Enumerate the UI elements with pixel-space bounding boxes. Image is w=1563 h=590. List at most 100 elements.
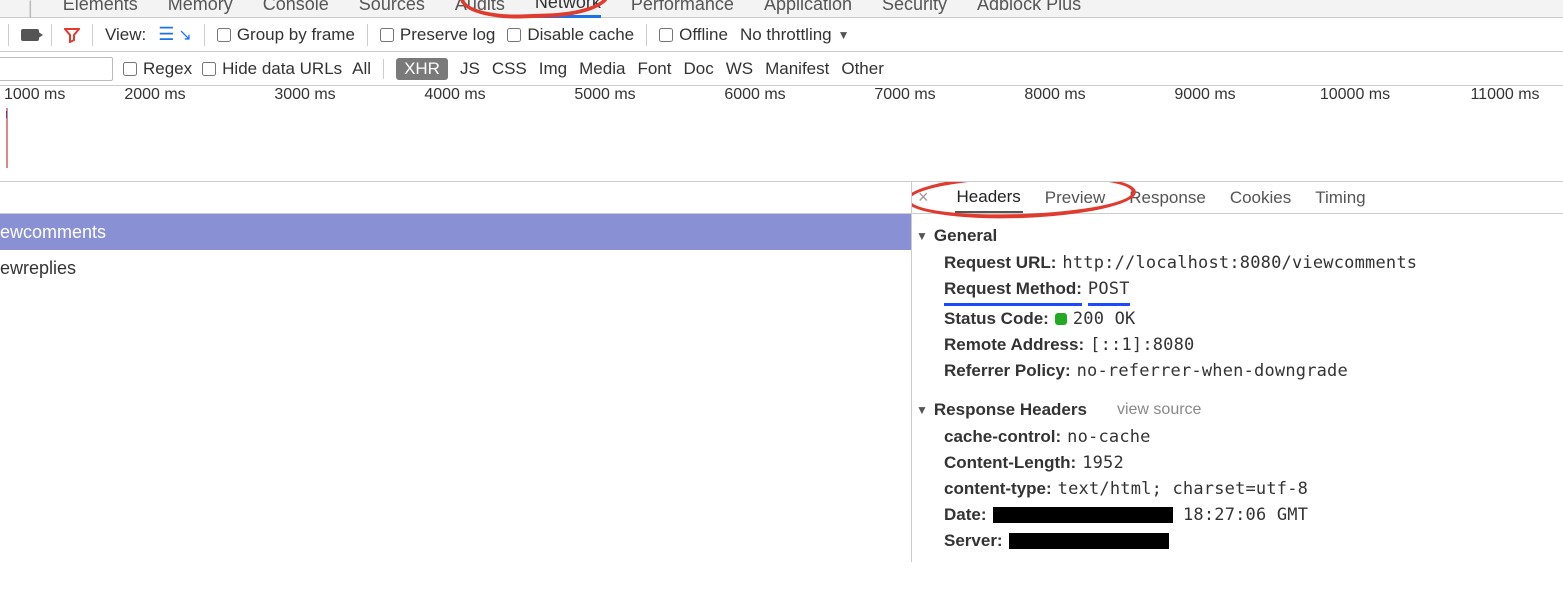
separator: | <box>28 0 33 19</box>
close-icon[interactable]: × <box>918 187 929 208</box>
response-headers-section: ▼ Response Headers view source cache-con… <box>912 388 1563 558</box>
detail-tab-response[interactable]: Response <box>1127 184 1208 212</box>
kv-remote-address: Remote Address: [::1]:8080 <box>944 332 1553 358</box>
separator <box>383 59 384 79</box>
preserve-log-checkbox[interactable]: Preserve log <box>380 25 495 45</box>
network-timeline[interactable]: 1000 ms 2000 ms 3000 ms 4000 ms 5000 ms … <box>0 86 1563 182</box>
tab-network[interactable]: Network <box>535 0 601 18</box>
throttling-dropdown[interactable]: No throttling ▼ <box>740 25 850 45</box>
type-img[interactable]: Img <box>539 59 567 79</box>
timeline-tick: 2000 ms <box>80 86 230 108</box>
list-view-icon[interactable]: ☰ <box>158 24 172 45</box>
timeline-tick: 6000 ms <box>680 86 830 108</box>
timeline-tick: 4000 ms <box>380 86 530 108</box>
section-title-text: General <box>934 226 997 246</box>
timeline-tick: 1000 ms <box>0 86 80 108</box>
kv-cache-control: cache-control: no-cache <box>944 424 1553 450</box>
record-icon[interactable] <box>21 29 39 41</box>
kv-value: no-cache <box>1067 424 1150 450</box>
detail-tab-timing[interactable]: Timing <box>1313 184 1367 212</box>
kv-date: Date: 18:27:06 GMT <box>944 502 1553 528</box>
type-manifest[interactable]: Manifest <box>765 59 829 79</box>
type-ws[interactable]: WS <box>726 59 753 79</box>
request-list-header <box>0 182 911 214</box>
kv-value <box>1009 528 1169 554</box>
offline-input[interactable] <box>659 28 673 42</box>
view-label: View: <box>105 25 146 45</box>
request-row[interactable]: ewcomments <box>0 214 911 250</box>
tab-console[interactable]: Console <box>263 0 329 15</box>
filter-icon[interactable] <box>64 27 80 43</box>
tab-elements[interactable]: Elements <box>63 0 138 15</box>
detail-tabs: × Headers Preview Response Cookies Timin… <box>912 182 1563 214</box>
kv-value: 18:27:06 GMT <box>993 502 1309 528</box>
timeline-tick: 10000 ms <box>1280 86 1430 108</box>
offline-checkbox[interactable]: Offline <box>659 25 728 45</box>
kv-value: POST <box>1088 276 1130 306</box>
type-xhr[interactable]: XHR <box>396 58 448 80</box>
flow-view-icon[interactable]: ↘ <box>178 25 191 45</box>
tab-performance[interactable]: Performance <box>631 0 734 15</box>
view-source-link[interactable]: view source <box>1117 401 1201 419</box>
detail-tab-cookies[interactable]: Cookies <box>1228 184 1293 212</box>
kv-value: [::1]:8080 <box>1090 332 1194 358</box>
disable-cache-input[interactable] <box>507 28 521 42</box>
disclosure-triangle-icon: ▼ <box>916 403 928 417</box>
regex-checkbox[interactable]: Regex <box>123 59 192 79</box>
request-name: ewreplies <box>0 258 76 279</box>
kv-request-url: Request URL: http://localhost:8080/viewc… <box>944 250 1553 276</box>
hide-data-urls-checkbox[interactable]: Hide data URLs <box>202 59 342 79</box>
tab-adblock-plus[interactable]: Adblock Plus <box>977 0 1081 15</box>
tab-security[interactable]: Security <box>882 0 947 15</box>
kv-value: no-referrer-when-downgrade <box>1077 358 1348 384</box>
kv-referrer-policy: Referrer Policy: no-referrer-when-downgr… <box>944 358 1553 384</box>
type-doc[interactable]: Doc <box>683 59 713 79</box>
separator <box>92 24 93 46</box>
tab-sources[interactable]: Sources <box>359 0 425 15</box>
kv-key: Request Method: <box>944 276 1082 306</box>
separator <box>8 24 9 46</box>
filter-input[interactable] <box>0 57 113 81</box>
timeline-tick: 8000 ms <box>980 86 1130 108</box>
preserve-log-input[interactable] <box>380 28 394 42</box>
general-section: ▼ General Request URL: http://localhost:… <box>912 214 1563 388</box>
regex-input[interactable] <box>123 62 137 76</box>
redacted-text <box>1009 533 1169 549</box>
type-font[interactable]: Font <box>637 59 671 79</box>
hide-data-urls-input[interactable] <box>202 62 216 76</box>
section-title-general[interactable]: ▼ General <box>916 226 1553 246</box>
kv-content-length: Content-Length: 1952 <box>944 450 1553 476</box>
detail-tab-headers[interactable]: Headers <box>955 183 1023 213</box>
kv-server: Server: <box>944 528 1553 554</box>
type-media[interactable]: Media <box>579 59 625 79</box>
timeline-tick: 5000 ms <box>530 86 680 108</box>
hide-data-urls-label: Hide data URLs <box>222 59 342 79</box>
kv-value: 1952 <box>1082 450 1124 476</box>
timeline-tick: 9000 ms <box>1130 86 1280 108</box>
view-mode-icons: ☰ ↘ <box>158 24 192 45</box>
group-by-frame-input[interactable] <box>217 28 231 42</box>
timeline-ticks: 1000 ms 2000 ms 3000 ms 4000 ms 5000 ms … <box>0 86 1563 108</box>
resource-type-filters: All XHR JS CSS Img Media Font Doc WS Man… <box>352 58 884 80</box>
kv-key: cache-control: <box>944 424 1061 450</box>
group-by-frame-label: Group by frame <box>237 25 355 45</box>
kv-key: Status Code: <box>944 306 1049 332</box>
type-other[interactable]: Other <box>841 59 884 79</box>
type-all[interactable]: All <box>352 59 371 79</box>
type-js[interactable]: JS <box>460 59 480 79</box>
request-name: ewcomments <box>0 222 106 243</box>
disable-cache-checkbox[interactable]: Disable cache <box>507 25 634 45</box>
kv-request-method: Request Method: POST <box>944 276 1553 306</box>
group-by-frame-checkbox[interactable]: Group by frame <box>217 25 355 45</box>
disclosure-triangle-icon: ▼ <box>916 229 928 243</box>
detail-tab-preview[interactable]: Preview <box>1043 184 1107 212</box>
request-row[interactable]: ewreplies <box>0 250 911 286</box>
tab-memory[interactable]: Memory <box>168 0 233 15</box>
section-title-response-headers[interactable]: ▼ Response Headers view source <box>916 400 1553 420</box>
type-css[interactable]: CSS <box>492 59 527 79</box>
tab-audits[interactable]: Audits <box>455 0 505 15</box>
separator <box>204 24 205 46</box>
timeline-tick: 3000 ms <box>230 86 380 108</box>
kv-key: Server: <box>944 528 1003 554</box>
tab-application[interactable]: Application <box>764 0 852 15</box>
